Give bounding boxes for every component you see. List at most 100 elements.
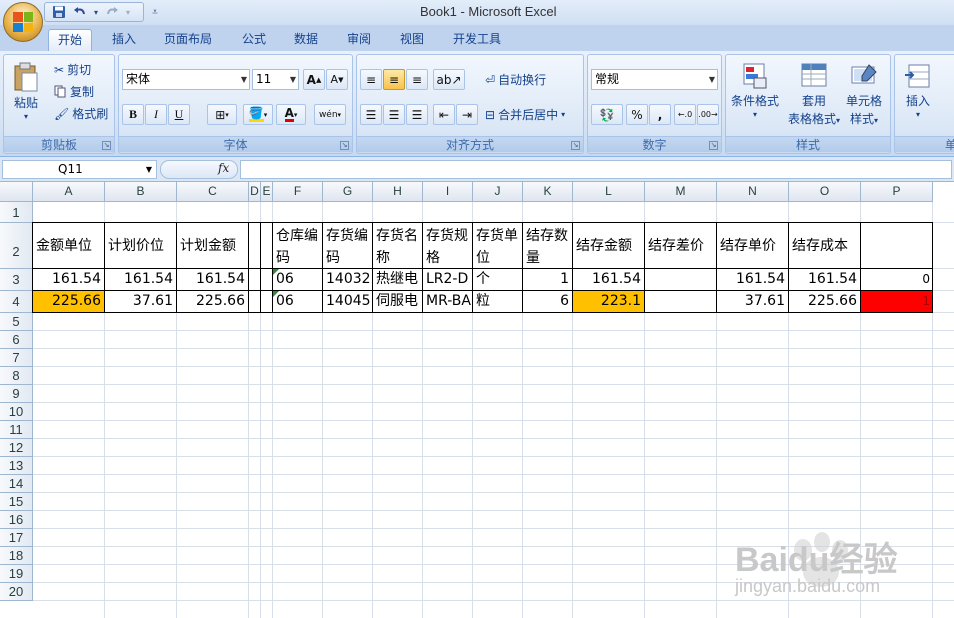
cell-l4[interactable]: 223.1 [573, 291, 645, 313]
cell-l3[interactable]: 161.54 [573, 269, 645, 291]
row-header-20[interactable]: 20 [0, 583, 33, 601]
row-header-7[interactable]: 7 [0, 349, 33, 367]
align-left-button[interactable]: ☰ [360, 104, 382, 125]
header-cell-l[interactable]: 结存金额 [573, 223, 645, 269]
column-header-b[interactable]: B [105, 182, 177, 202]
cell-e3[interactable] [261, 269, 273, 291]
cell-i4[interactable]: MR-BA [423, 291, 473, 313]
cell-n4[interactable]: 37.61 [717, 291, 789, 313]
header-cell-n[interactable]: 结存单价 [717, 223, 789, 269]
row-header-17[interactable]: 17 [0, 529, 33, 547]
column-header-a[interactable]: A [33, 182, 105, 202]
column-header-g[interactable]: G [323, 182, 373, 202]
increase-indent-button[interactable]: ⇥ [456, 104, 478, 125]
decrease-decimal-button[interactable]: .00→ [697, 104, 719, 125]
header-cell-p[interactable] [861, 223, 933, 269]
cell-c4[interactable]: 225.66 [177, 291, 249, 313]
phonetic-button[interactable]: wén ▾ [314, 104, 346, 125]
row-header-3[interactable]: 3 [0, 269, 33, 291]
align-top-button[interactable]: ≡ [360, 69, 382, 90]
cell-p4[interactable]: 1 [861, 291, 933, 313]
tab-developer[interactable]: 开发工具 [444, 29, 510, 51]
cell-o4[interactable]: 225.66 [789, 291, 861, 313]
cell-g3[interactable]: 14032 [323, 269, 373, 291]
copy-button[interactable]: 复制 [54, 83, 94, 100]
wrap-text-button[interactable]: ⏎ 自动换行 [485, 71, 546, 88]
cell-m3[interactable] [645, 269, 717, 291]
insert-cells-button[interactable]: 插入 ▾ [903, 61, 933, 119]
tab-formulas[interactable]: 公式 [233, 29, 275, 51]
cell-m4[interactable] [645, 291, 717, 313]
cell-a3[interactable]: 161.54 [33, 269, 105, 291]
column-header-d[interactable]: D [249, 182, 261, 202]
header-cell-k[interactable]: 结存数量 [523, 223, 573, 269]
header-cell-h[interactable]: 存货名称 [373, 223, 423, 269]
row-header-6[interactable]: 6 [0, 331, 33, 349]
cell-h4[interactable]: 伺服电 [373, 291, 423, 313]
fill-color-button[interactable]: 🪣 ▾ [243, 104, 273, 125]
format-painter-button[interactable]: 🖌 格式刷 [54, 105, 108, 122]
tab-review[interactable]: 审阅 [338, 29, 380, 51]
font-name-select[interactable]: 宋体 ▼ [122, 69, 250, 90]
cell-j3[interactable]: 个 [473, 269, 523, 291]
align-middle-button[interactable]: ≡ [383, 69, 405, 90]
name-box-dropdown-icon[interactable]: ▼ [146, 161, 152, 178]
row-header-14[interactable]: 14 [0, 475, 33, 493]
cell-k3[interactable]: 1 [523, 269, 573, 291]
column-header-n[interactable]: N [717, 182, 789, 202]
cell-o3[interactable]: 161.54 [789, 269, 861, 291]
cell-p3[interactable]: 0 [861, 269, 933, 291]
paste-button[interactable]: 粘贴 ▾ [12, 61, 40, 121]
header-cell-c[interactable]: 计划金额 [177, 223, 249, 269]
percent-button[interactable]: % [626, 104, 648, 125]
row-header-13[interactable]: 13 [0, 457, 33, 475]
font-launcher-icon[interactable]: ↘ [340, 141, 349, 150]
row-header-15[interactable]: 15 [0, 493, 33, 511]
cell-b3[interactable]: 161.54 [105, 269, 177, 291]
row-header-2[interactable]: 2 [0, 223, 33, 269]
borders-button[interactable]: ⊞ ▾ [207, 104, 237, 125]
cell-k4[interactable]: 6 [523, 291, 573, 313]
cell-styles-button[interactable]: 单元格 样式▾ [846, 61, 882, 127]
row-header-9[interactable]: 9 [0, 385, 33, 403]
column-header-e[interactable]: E [261, 182, 273, 202]
number-launcher-icon[interactable]: ↘ [709, 141, 718, 150]
column-header-p[interactable]: P [861, 182, 933, 202]
header-cell-b[interactable]: 计划价位 [105, 223, 177, 269]
tab-data[interactable]: 数据 [285, 29, 327, 51]
decrease-indent-button[interactable]: ⇤ [433, 104, 455, 125]
grow-font-button[interactable]: A ▲ [303, 69, 325, 90]
header-cell-f[interactable]: 仓库编码 [273, 223, 323, 269]
column-header-f[interactable]: F [273, 182, 323, 202]
formula-input[interactable] [240, 160, 952, 179]
cell-b4[interactable]: 37.61 [105, 291, 177, 313]
paste-dropdown-icon[interactable]: ▾ [24, 112, 28, 121]
header-cell-o[interactable]: 结存成本 [789, 223, 861, 269]
underline-button[interactable]: U [168, 104, 190, 125]
tab-view[interactable]: 视图 [391, 29, 433, 51]
font-size-select[interactable]: 11 ▼ [252, 69, 299, 90]
comma-button[interactable]: , [649, 104, 671, 125]
column-header-j[interactable]: J [473, 182, 523, 202]
row-header-8[interactable]: 8 [0, 367, 33, 385]
align-center-button[interactable]: ☰ [383, 104, 405, 125]
cell-n3[interactable]: 161.54 [717, 269, 789, 291]
name-box[interactable]: Q11 ▼ [2, 160, 157, 179]
header-cell-d[interactable] [249, 223, 261, 269]
tab-home[interactable]: 开始 [48, 29, 93, 51]
header-cell-j[interactable]: 存货单位 [473, 223, 523, 269]
row-header-4[interactable]: 4 [0, 291, 33, 313]
orientation-button[interactable]: ab↗ [433, 69, 465, 90]
cell-f4[interactable]: 06 [273, 291, 323, 313]
cell-j4[interactable]: 粒 [473, 291, 523, 313]
insert-function-icon[interactable]: fx [218, 161, 229, 175]
cell-d4[interactable] [249, 291, 261, 313]
cell-g4[interactable]: 14045 [323, 291, 373, 313]
column-header-h[interactable]: H [373, 182, 423, 202]
cell-a4[interactable]: 225.66 [33, 291, 105, 313]
column-header-c[interactable]: C [177, 182, 249, 202]
font-color-button[interactable]: A ▾ [276, 104, 306, 125]
column-header-m[interactable]: M [645, 182, 717, 202]
header-cell-i[interactable]: 存货规格 [423, 223, 473, 269]
align-right-button[interactable]: ☰ [406, 104, 428, 125]
